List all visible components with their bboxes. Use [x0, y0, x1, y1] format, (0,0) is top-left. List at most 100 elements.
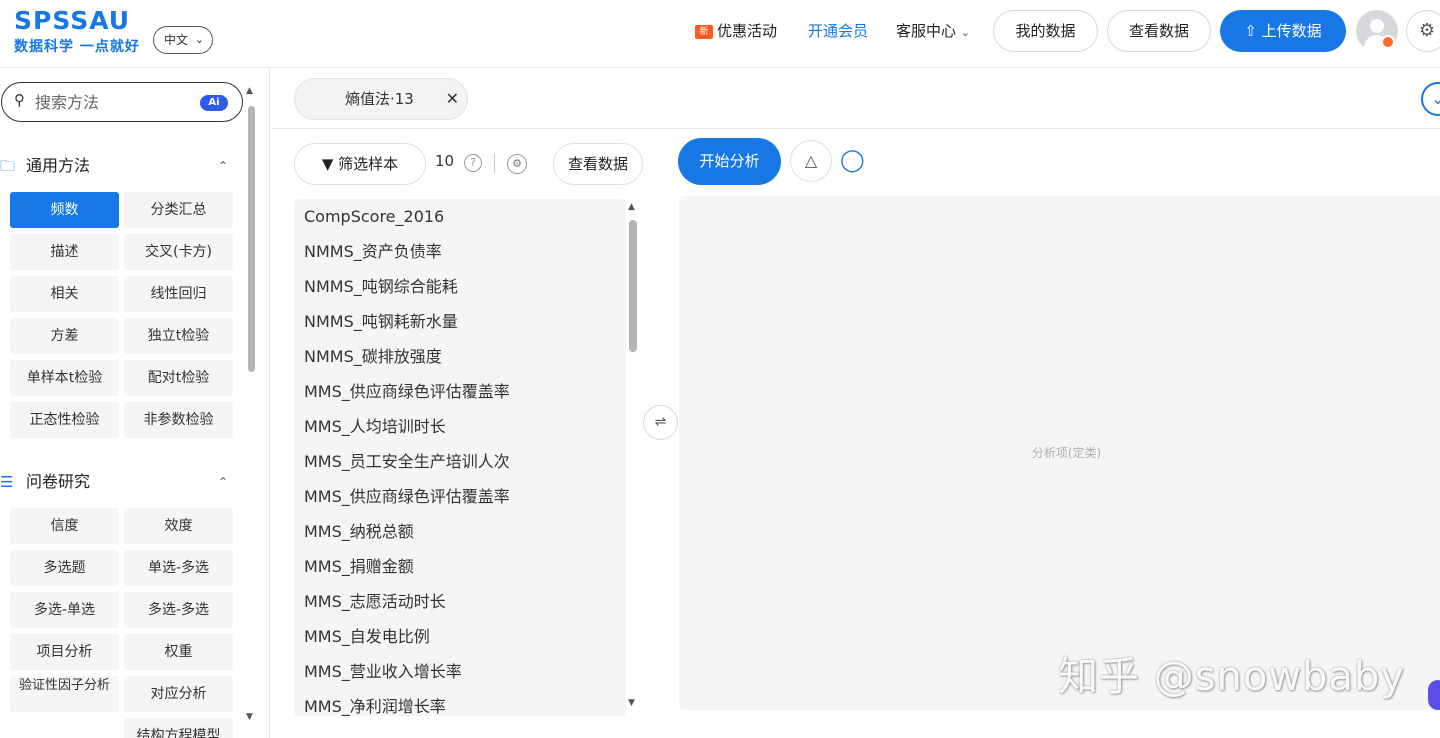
- list-item[interactable]: MMS_供应商绿色评估覆盖率: [304, 479, 510, 514]
- sidebar-scrollbar[interactable]: ▲ ▼: [246, 86, 256, 726]
- method-item[interactable]: 结构方程模型: [124, 718, 233, 738]
- tab-entropy-method[interactable]: 熵值法·13 ✕: [294, 78, 468, 120]
- settings-icon[interactable]: ⚙: [507, 154, 527, 174]
- list-item[interactable]: CompScore_2016: [304, 199, 444, 234]
- swap-icon[interactable]: ⇌: [643, 405, 678, 440]
- analysis-item-drop-zone[interactable]: 分析项(定类): [679, 196, 1440, 710]
- list-item[interactable]: MMS_营业收入增长率: [304, 654, 462, 689]
- service-center-menu[interactable]: 客服中心 ⌄: [896, 20, 970, 44]
- help-icon[interactable]: ?: [464, 154, 482, 172]
- chevron-down-icon: ⌄: [194, 33, 204, 46]
- method-item[interactable]: 相关: [10, 276, 119, 312]
- floating-helper-button[interactable]: [1428, 680, 1440, 710]
- my-data-button[interactable]: 我的数据: [993, 10, 1098, 52]
- view-data-button[interactable]: 查看数据: [553, 143, 643, 185]
- method-item[interactable]: 配对t检验: [124, 360, 233, 396]
- method-item[interactable]: 非参数检验: [124, 402, 233, 438]
- ai-badge[interactable]: Ai: [200, 95, 228, 111]
- method-item[interactable]: 描述: [10, 234, 119, 270]
- list-item[interactable]: MMS_纳税总额: [304, 514, 414, 549]
- method-item[interactable]: 权重: [124, 634, 233, 670]
- avatar-head: [1370, 19, 1384, 33]
- upload-icon: ⇧: [1244, 22, 1257, 40]
- scroll-up-icon[interactable]: ▲: [628, 202, 635, 212]
- start-analysis-button[interactable]: 开始分析: [678, 138, 781, 185]
- logo[interactable]: SPSSAU: [14, 6, 130, 35]
- method-item[interactable]: 正态性检验: [10, 402, 119, 438]
- tab-bar: 熵值法·13 ✕ ⌄: [271, 68, 1440, 129]
- list-item[interactable]: NMMS_资产负债率: [304, 234, 442, 269]
- method-sidebar: ⚲ Ai 🗀 通用方法 ⌃ 频数 分类汇总 描述 交叉(卡方) 相关 线性回归 方…: [0, 68, 270, 738]
- chevron-up-icon: ⌃: [218, 475, 229, 489]
- lightbulb-icon[interactable]: ◯: [840, 148, 865, 173]
- method-item[interactable]: 项目分析: [10, 634, 119, 670]
- slogan: 数据科学 一点就好: [14, 39, 140, 55]
- list-item[interactable]: NMMS_吨钢综合能耗: [304, 269, 458, 304]
- scroll-down-icon[interactable]: ▼: [628, 698, 635, 708]
- tab-label: 熵值法·13: [345, 90, 414, 108]
- section-title: 通用方法: [26, 156, 91, 175]
- drop-zone-label: 分析项(定类): [1031, 446, 1102, 460]
- membership-link[interactable]: 开通会员: [808, 20, 868, 42]
- method-item[interactable]: 多选-单选: [10, 592, 119, 628]
- section-general[interactable]: 🗀 通用方法 ⌃: [0, 154, 228, 178]
- promo-label: 优惠活动: [717, 22, 778, 40]
- method-item[interactable]: 对应分析: [124, 676, 233, 712]
- language-label: 中文: [164, 33, 189, 47]
- filter-samples-button[interactable]: ▼ 筛选样本: [294, 143, 426, 185]
- folder-icon: 🗀: [0, 157, 16, 175]
- close-icon[interactable]: ✕: [446, 79, 459, 119]
- search-input[interactable]: [35, 91, 185, 113]
- list-item[interactable]: MMS_净利润增长率: [304, 689, 446, 716]
- service-center-label: 客服中心: [896, 22, 957, 40]
- top-header: SPSSAU 数据科学 一点就好 中文 ⌄ 新优惠活动 开通会员 客服中心 ⌄ …: [0, 0, 1440, 68]
- scroll-up-icon[interactable]: ▲: [246, 86, 253, 96]
- list-item[interactable]: MMS_捐赠金额: [304, 549, 414, 584]
- promo-icon: 新: [695, 24, 713, 39]
- method-item[interactable]: 独立t检验: [124, 318, 233, 354]
- chevron-down-icon: ⌄: [960, 26, 971, 39]
- variable-list: CompScore_2016 NMMS_资产负债率 NMMS_吨钢综合能耗 NM…: [294, 199, 626, 716]
- section-title: 问卷研究: [26, 472, 91, 491]
- promo-link[interactable]: 新优惠活动: [695, 20, 777, 42]
- method-item[interactable]: 多选题: [10, 550, 119, 586]
- list-item[interactable]: MMS_员工安全生产培训人次: [304, 444, 510, 479]
- method-item[interactable]: 单选-多选: [124, 550, 233, 586]
- method-item[interactable]: 验证性因子分析: [10, 676, 119, 712]
- upload-label: 上传数据: [1261, 22, 1322, 40]
- variable-list-scrollbar[interactable]: ▲ ▼: [627, 200, 639, 714]
- list-item[interactable]: NMMS_碳排放强度: [304, 339, 442, 374]
- scrollbar-thumb[interactable]: [629, 220, 637, 352]
- avatar-badge-icon: [1381, 35, 1395, 49]
- chevron-up-icon: ⌃: [218, 159, 229, 173]
- method-item[interactable]: 方差: [10, 318, 119, 354]
- filter-label: 筛选样本: [338, 155, 399, 173]
- divider: [494, 153, 495, 173]
- sample-count: 10: [435, 152, 455, 170]
- method-item[interactable]: 多选-多选: [124, 592, 233, 628]
- list-item[interactable]: MMS_人均培训时长: [304, 409, 446, 444]
- filter-icon: ▼: [321, 155, 334, 173]
- scroll-down-icon[interactable]: ▼: [246, 712, 253, 722]
- list-item[interactable]: MMS_供应商绿色评估覆盖率: [304, 374, 510, 409]
- search-icon: ⚲: [14, 91, 25, 109]
- list-item[interactable]: NMMS_吨钢耗新水量: [304, 304, 458, 339]
- method-item[interactable]: 交叉(卡方): [124, 234, 233, 270]
- list-item[interactable]: MMS_志愿活动时长: [304, 584, 446, 619]
- scrollbar-thumb[interactable]: [248, 106, 255, 372]
- chevron-down-circle-icon[interactable]: ⌄: [1421, 82, 1440, 116]
- view-data-header-button[interactable]: 查看数据: [1107, 10, 1211, 52]
- language-select[interactable]: 中文 ⌄: [153, 26, 213, 54]
- gear-icon[interactable]: ⚙: [1406, 10, 1440, 52]
- method-item[interactable]: 分类汇总: [124, 192, 233, 228]
- method-item[interactable]: 单样本t检验: [10, 360, 119, 396]
- method-item[interactable]: 信度: [10, 508, 119, 544]
- flask-icon[interactable]: △: [790, 140, 832, 182]
- method-search[interactable]: ⚲ Ai: [1, 82, 243, 122]
- list-item[interactable]: MMS_自发电比例: [304, 619, 430, 654]
- upload-data-button[interactable]: ⇧ 上传数据: [1220, 10, 1346, 52]
- method-item[interactable]: 频数: [10, 192, 119, 228]
- method-item[interactable]: 效度: [124, 508, 233, 544]
- method-item[interactable]: 线性回归: [124, 276, 233, 312]
- section-questionnaire[interactable]: ☰ 问卷研究 ⌃: [0, 470, 228, 494]
